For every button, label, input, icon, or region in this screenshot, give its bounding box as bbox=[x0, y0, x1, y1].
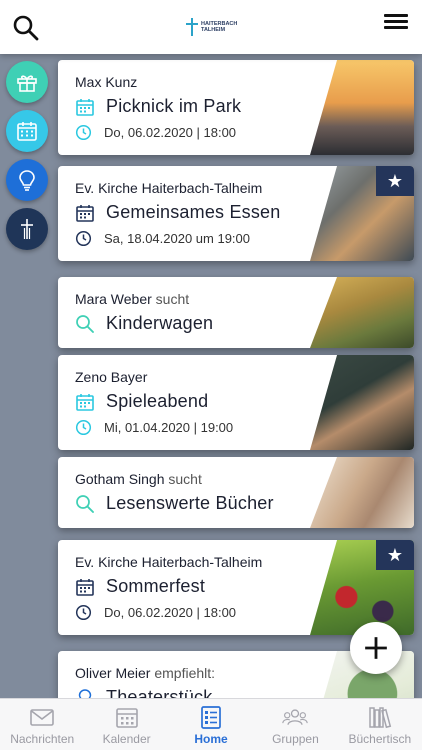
bottom-tab-bar: Nachrichten Kalender Home Gruppen Bücher… bbox=[0, 698, 422, 750]
card-image bbox=[310, 355, 414, 450]
search-icon bbox=[13, 15, 39, 41]
home-list-icon bbox=[201, 706, 221, 729]
card-date: Mi, 01.04.2020 | 19:00 bbox=[104, 420, 234, 435]
feed-card-stroller[interactable]: Mara Weber sucht Kinderwagen bbox=[58, 277, 414, 348]
tab-gruppen[interactable]: Gruppen bbox=[253, 699, 337, 750]
feed-card-summer-festival[interactable]: Ev. Kirche Haiterbach-Talheim Sommerfest… bbox=[58, 540, 414, 635]
logo-cross-icon bbox=[186, 18, 198, 36]
card-author: Ev. Kirche Haiterbach-Talheim bbox=[75, 180, 263, 196]
card-title: Sommerfest bbox=[106, 576, 206, 596]
calendar-icon bbox=[17, 122, 37, 141]
card-title: Gemeinsames Essen bbox=[106, 202, 281, 222]
feed-card-dinner[interactable]: Ev. Kirche Haiterbach-Talheim Gemeinsame… bbox=[58, 166, 414, 261]
featured-star-icon: ★ bbox=[376, 166, 414, 196]
card-author: Zeno Bayer bbox=[75, 369, 148, 385]
clock-icon bbox=[75, 419, 92, 436]
app-header: HAITERBACH TALHEIM bbox=[0, 0, 422, 54]
add-post-button[interactable] bbox=[350, 622, 402, 674]
mail-icon bbox=[30, 709, 55, 726]
filter-gift-button[interactable] bbox=[6, 61, 48, 103]
card-title: Picknick im Park bbox=[106, 96, 242, 116]
tab-label: Büchertisch bbox=[348, 732, 412, 746]
card-image bbox=[310, 277, 414, 348]
church-cross-icon bbox=[21, 219, 33, 239]
calendar-icon bbox=[76, 98, 94, 116]
card-image bbox=[310, 457, 414, 528]
card-title: Kinderwagen bbox=[106, 313, 214, 333]
card-author: Oliver Meier empfiehlt: bbox=[75, 665, 216, 681]
card-author: Ev. Kirche Haiterbach-Talheim bbox=[75, 554, 263, 570]
tab-buechertisch[interactable]: Büchertisch bbox=[338, 699, 422, 750]
feed-card-picnic[interactable]: Max Kunz Picknick im Park Do, 06.02.2020… bbox=[58, 60, 414, 155]
card-title: Lesenswerte Bücher bbox=[106, 493, 274, 513]
feed-card-books[interactable]: Gotham Singh sucht Lesenswerte Bücher bbox=[58, 457, 414, 528]
calendar-icon bbox=[115, 708, 138, 728]
filter-church-button[interactable] bbox=[6, 208, 48, 250]
app-logo: HAITERBACH TALHEIM bbox=[186, 18, 237, 36]
hamburger-menu-button[interactable] bbox=[384, 11, 408, 35]
calendar-icon bbox=[76, 204, 94, 222]
card-title: Spieleabend bbox=[106, 391, 209, 411]
logo-line2: TALHEIM bbox=[201, 27, 226, 33]
tab-kalender[interactable]: Kalender bbox=[84, 699, 168, 750]
card-author: Gotham Singh sucht bbox=[75, 471, 202, 487]
filter-idea-button[interactable] bbox=[6, 159, 48, 201]
tab-nachrichten[interactable]: Nachrichten bbox=[0, 699, 84, 750]
card-date: Sa, 18.04.2020 um 19:00 bbox=[104, 231, 251, 246]
plus-icon bbox=[365, 637, 387, 659]
featured-star-icon: ★ bbox=[376, 540, 414, 570]
tab-home[interactable]: Home bbox=[169, 699, 253, 750]
card-date: Do, 06.02.2020 | 18:00 bbox=[104, 125, 237, 140]
books-icon bbox=[369, 707, 392, 729]
search-icon bbox=[76, 314, 94, 333]
calendar-icon bbox=[76, 578, 94, 596]
gift-icon bbox=[17, 75, 37, 92]
search-icon bbox=[76, 494, 94, 513]
tab-label: Nachrichten bbox=[10, 732, 75, 746]
tab-label: Home bbox=[194, 732, 228, 746]
clock-icon bbox=[75, 124, 92, 141]
card-author: Mara Weber sucht bbox=[75, 291, 190, 307]
group-icon bbox=[282, 709, 309, 726]
calendar-icon bbox=[76, 393, 94, 411]
card-author: Max Kunz bbox=[75, 74, 138, 90]
clock-icon bbox=[75, 230, 92, 247]
lightbulb-icon bbox=[19, 170, 35, 191]
feed-card-games[interactable]: Zeno Bayer Spieleabend Mi, 01.04.2020 | … bbox=[58, 355, 414, 450]
tab-label: Kalender bbox=[102, 732, 151, 746]
clock-icon bbox=[75, 604, 92, 621]
search-button[interactable] bbox=[12, 14, 40, 42]
filter-calendar-button[interactable] bbox=[6, 110, 48, 152]
tab-label: Gruppen bbox=[272, 732, 319, 746]
card-image bbox=[310, 60, 414, 155]
card-date: Do, 06.02.2020 | 18:00 bbox=[104, 605, 237, 620]
